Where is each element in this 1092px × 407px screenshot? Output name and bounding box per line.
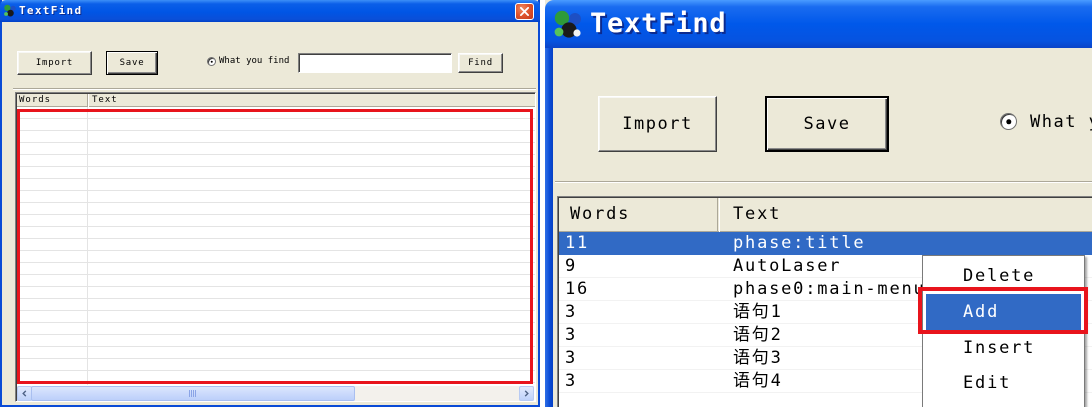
- words-cell: 16: [565, 279, 590, 299]
- chevron-left-icon: [22, 390, 27, 397]
- import-button[interactable]: Import: [17, 51, 92, 75]
- column-header-text[interactable]: Text: [92, 95, 118, 106]
- scroll-right-button[interactable]: [519, 386, 534, 401]
- words-cell: 3: [565, 371, 578, 391]
- separator: [555, 181, 1092, 183]
- radio-icon[interactable]: [1000, 113, 1017, 130]
- text-cell: 语句3: [733, 348, 783, 368]
- text-cell: 语句2: [733, 325, 783, 345]
- scroll-left-button[interactable]: [17, 386, 32, 401]
- menu-item-delete[interactable]: Delete: [926, 258, 1081, 294]
- separator: [13, 88, 536, 90]
- menu-item-add[interactable]: Add: [926, 294, 1081, 330]
- text-cell: AutoLaser: [733, 256, 842, 276]
- window-title: TextFind: [19, 4, 83, 17]
- title-bar[interactable]: TextFind: [0, 0, 540, 22]
- words-cell: 3: [565, 325, 578, 345]
- table-row[interactable]: 11 phase:title: [559, 232, 1092, 255]
- results-list[interactable]: Words Text: [15, 92, 536, 402]
- column-header-words[interactable]: Words: [19, 95, 51, 106]
- close-button[interactable]: [515, 3, 534, 20]
- text-cell: phase0:main-menu: [733, 279, 926, 299]
- list-header: Words Text: [559, 198, 1092, 232]
- search-input[interactable]: [298, 53, 452, 73]
- column-header-text[interactable]: Text: [733, 204, 781, 224]
- window-title: TextFind: [590, 8, 727, 39]
- app-icon: [552, 7, 584, 41]
- close-icon: [520, 7, 529, 16]
- app-icon: [3, 3, 17, 18]
- import-button[interactable]: Import: [598, 96, 717, 152]
- textfind-window-zoomed: TextFind Import Save What you find Words…: [545, 0, 1092, 407]
- column-gridline: [87, 107, 88, 385]
- radio-icon[interactable]: [207, 57, 216, 66]
- words-cell: 3: [565, 348, 578, 368]
- column-divider[interactable]: [87, 94, 89, 107]
- text-cell: 语句4: [733, 371, 783, 391]
- context-menu: Delete Add Insert Edit: [922, 255, 1085, 407]
- words-cell: 11: [565, 233, 590, 253]
- text-cell: 语句1: [733, 302, 783, 322]
- radio-label[interactable]: What you find: [219, 56, 289, 67]
- window-frame: [545, 48, 553, 407]
- text-cell: phase:title: [733, 233, 866, 253]
- column-divider[interactable]: [717, 198, 720, 232]
- save-button[interactable]: Save: [106, 51, 158, 75]
- save-button[interactable]: Save: [765, 96, 889, 152]
- menu-item-insert[interactable]: Insert: [926, 330, 1081, 366]
- menu-item-edit[interactable]: Edit: [926, 365, 1081, 401]
- scrollbar-thumb[interactable]: [31, 386, 355, 401]
- horizontal-scrollbar[interactable]: [17, 386, 534, 401]
- find-button[interactable]: Find: [458, 53, 503, 73]
- radio-label[interactable]: What you find: [1030, 112, 1092, 132]
- grip-icon: [189, 390, 197, 397]
- chevron-right-icon: [524, 390, 529, 397]
- words-cell: 3: [565, 302, 578, 322]
- list-body[interactable]: [17, 107, 535, 385]
- words-cell: 9: [565, 256, 578, 276]
- title-bar-zoomed[interactable]: TextFind: [545, 0, 1092, 48]
- list-header: Words Text: [17, 94, 535, 107]
- textfind-window-small: TextFind Import Save What you find Find …: [0, 0, 540, 407]
- column-header-words[interactable]: Words: [570, 204, 630, 224]
